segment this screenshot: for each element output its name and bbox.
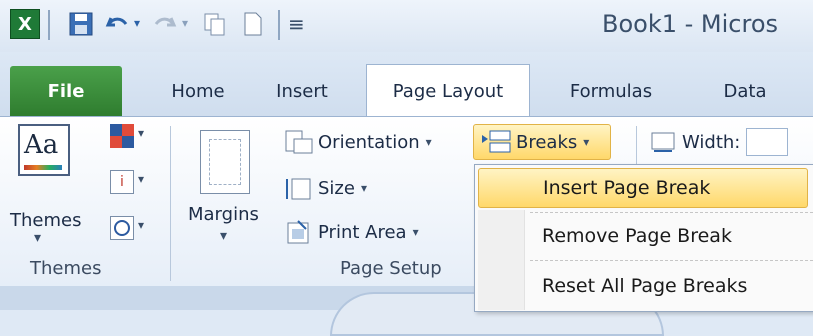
menu-item-remove-page-break[interactable]: Remove Page Break	[478, 216, 808, 256]
undo-dropdown-icon[interactable]: ▾	[134, 16, 140, 30]
size-button[interactable]: Size ▾	[284, 172, 404, 204]
toolbar-separator	[48, 10, 50, 40]
width-label: Width:	[682, 131, 741, 153]
width-control[interactable]: Width:	[648, 126, 813, 158]
menu-item-insert-page-break[interactable]: Insert Page Break	[478, 168, 808, 208]
breaks-label: Breaks	[516, 131, 578, 153]
print-area-icon	[287, 220, 309, 244]
orientation-label: Orientation	[318, 131, 420, 153]
margins-label: Margins	[188, 204, 259, 225]
window-title: Book1 - Micros	[602, 10, 779, 38]
print-area-label: Print Area	[318, 221, 407, 243]
new-document-icon[interactable]	[238, 8, 268, 40]
toolbar-separator	[278, 10, 280, 40]
menu-separator	[530, 212, 813, 213]
breaks-button[interactable]: Breaks ▾	[473, 124, 611, 160]
size-icon	[286, 178, 311, 200]
margins-icon	[200, 130, 250, 194]
save-icon[interactable]	[64, 8, 98, 40]
themes-label: Themes	[10, 210, 82, 231]
theme-effects-icon	[110, 216, 134, 240]
theme-fonts-button[interactable]: i ▾	[110, 170, 150, 200]
width-icon	[651, 132, 675, 152]
themes-group-label: Themes	[30, 258, 102, 279]
page-setup-group-label: Page Setup	[340, 258, 442, 279]
orientation-icon	[285, 130, 313, 154]
tab-data[interactable]: Data	[710, 66, 780, 116]
menu-separator	[530, 260, 813, 261]
themes-dropdown-icon: ▾	[34, 230, 42, 246]
breaks-dropdown-icon: ▾	[583, 135, 590, 149]
undo-icon[interactable]	[104, 8, 130, 40]
breaks-icon	[482, 130, 511, 153]
tab-home[interactable]: Home	[160, 66, 236, 116]
themes-icon: Aa	[18, 124, 70, 176]
size-label: Size	[318, 177, 355, 199]
copy-icon[interactable]	[200, 8, 230, 40]
themes-button[interactable]: Aa Themes ▾	[8, 124, 104, 252]
orientation-button[interactable]: Orientation ▾	[284, 126, 470, 158]
redo-dropdown-icon[interactable]: ▾	[182, 16, 188, 30]
margins-dropdown-icon: ▾	[220, 228, 228, 244]
theme-fonts-icon: i	[110, 170, 134, 194]
orientation-dropdown-icon: ▾	[425, 135, 432, 149]
group-separator	[170, 126, 171, 281]
print-area-dropdown-icon: ▾	[412, 225, 419, 239]
redo-icon[interactable]	[152, 8, 178, 40]
customize-toolbar-icon[interactable]: ≡	[288, 12, 305, 36]
excel-app-icon[interactable]: X	[10, 9, 40, 39]
margins-button[interactable]: Margins ▾	[180, 124, 276, 252]
tab-file[interactable]: File	[10, 66, 122, 116]
theme-colors-icon	[110, 124, 134, 148]
tab-formulas[interactable]: Formulas	[556, 66, 666, 116]
tab-insert[interactable]: Insert	[262, 66, 342, 116]
theme-colors-button[interactable]: ▾	[110, 124, 150, 158]
theme-effects-button[interactable]: ▾	[110, 216, 150, 246]
tab-page-layout[interactable]: Page Layout	[366, 64, 530, 117]
print-area-button[interactable]: Print Area ▾	[284, 216, 470, 248]
menu-item-reset-all-page-breaks[interactable]: Reset All Page Breaks	[478, 266, 808, 306]
size-dropdown-icon: ▾	[360, 181, 367, 195]
width-input[interactable]	[746, 128, 789, 156]
